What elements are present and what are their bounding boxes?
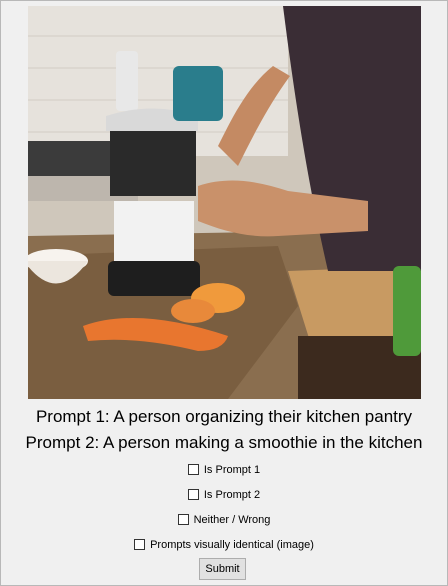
prompt-2-text: Prompt 2: A person making a smoothie in … [25,433,423,452]
is-prompt-1-checkbox[interactable] [187,464,199,475]
is-prompt-2-checkbox[interactable] [187,489,199,500]
is-prompt-2-option[interactable]: Is Prompt 2 [1,488,447,502]
is-prompt-1-label: Is Prompt 1 [203,464,261,476]
prompts-identical-label: Prompts visually identical (image) [150,539,314,551]
neither-wrong-checkbox[interactable] [177,514,189,525]
prompts-identical-checkbox[interactable] [134,539,146,550]
app-window: Prompt 1: A person organizing their kitc… [0,0,448,586]
generated-image [28,6,421,399]
prompts-identical-option[interactable]: Prompts visually identical (image) [1,538,447,552]
is-prompt-2-label: Is Prompt 2 [203,489,261,501]
is-prompt-1-option[interactable]: Is Prompt 1 [1,463,447,477]
submit-button[interactable]: Submit [199,558,246,580]
neither-wrong-option[interactable]: Neither / Wrong [1,513,447,527]
prompt-1-text: Prompt 1: A person organizing their kitc… [35,407,413,426]
neither-wrong-label: Neither / Wrong [193,514,271,526]
